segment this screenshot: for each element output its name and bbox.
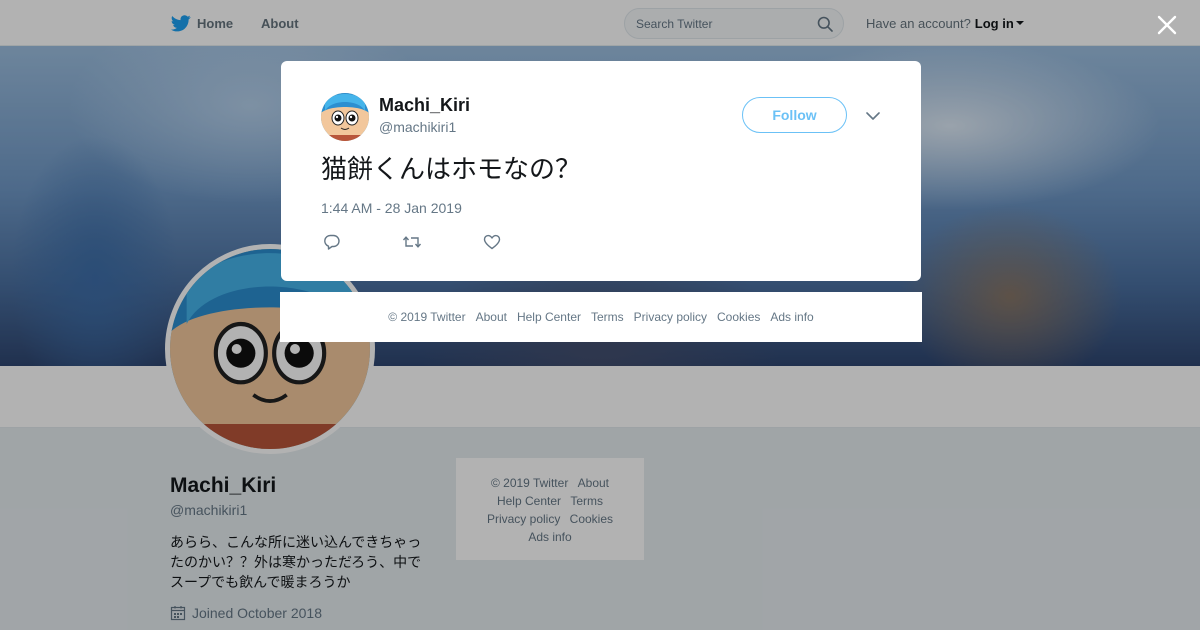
chevron-down-icon[interactable] [861, 107, 885, 125]
footer-cookies-link[interactable]: Cookies [717, 310, 760, 324]
tweet-permalink-card: Machi_Kiri @machikiri1 Follow 猫餅くんはホモなの？… [281, 61, 921, 281]
modal-footer: © 2019 Twitter About Help Center Terms P… [280, 292, 922, 342]
tweet-text: 猫餅くんはホモなの？ [321, 155, 582, 185]
footer-about-link[interactable]: About [476, 310, 507, 324]
tweet-author-name[interactable]: Machi_Kiri [379, 95, 470, 116]
footer-ads-link[interactable]: Ads info [770, 310, 813, 324]
close-icon[interactable] [1154, 12, 1180, 38]
tweet-timestamp[interactable]: 1:44 AM - 28 Jan 2019 [321, 200, 462, 216]
tweet-author-avatar[interactable] [321, 93, 369, 141]
footer-copyright: © 2019 Twitter [388, 310, 466, 324]
follow-button[interactable]: Follow [742, 97, 847, 133]
footer-help-link[interactable]: Help Center [517, 310, 581, 324]
footer-terms-link[interactable]: Terms [591, 310, 624, 324]
footer-privacy-link[interactable]: Privacy policy [634, 310, 707, 324]
retweet-icon[interactable] [401, 231, 423, 253]
reply-icon[interactable] [321, 231, 343, 253]
tweet-author-handle[interactable]: @machikiri1 [379, 119, 456, 135]
heart-icon[interactable] [481, 231, 503, 253]
